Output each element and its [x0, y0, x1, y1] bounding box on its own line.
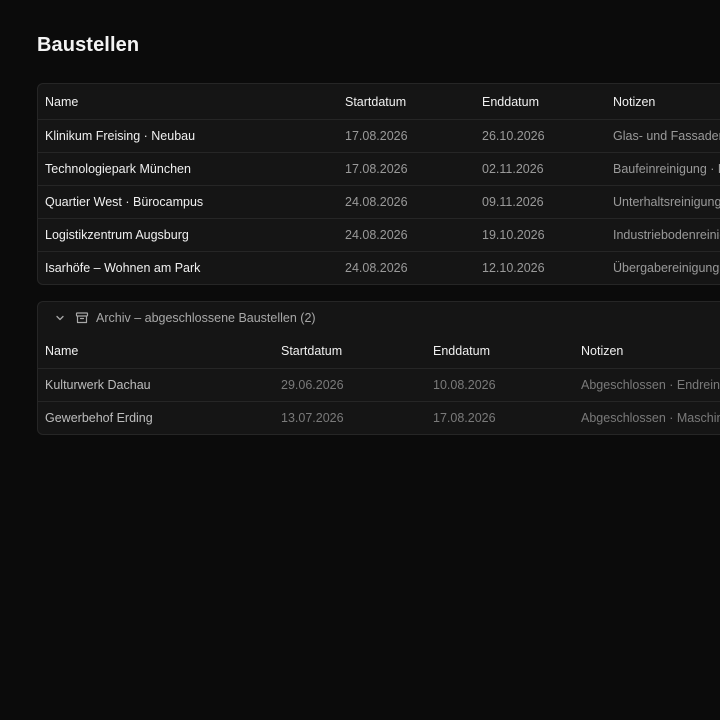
table-row[interactable]: Gewerbehof Erding 13.07.2026 17.08.2026 … [38, 401, 720, 434]
column-header-end[interactable]: Enddatum [475, 84, 606, 120]
archive-toggle[interactable]: Archiv – abgeschlossene Baustellen (2) [38, 302, 720, 334]
site-notes: Unterhaltsreinigung Büros [606, 185, 720, 219]
site-end-date: 10.08.2026 [426, 368, 574, 402]
site-name: Gewerbehof Erding [38, 401, 274, 434]
active-sites-table: Name Startdatum Enddatum Notizen Kliniku… [38, 84, 720, 284]
table-row[interactable]: Logistikzentrum Augsburg 24.08.2026 19.1… [38, 218, 720, 252]
column-header-start[interactable]: Startdatum [338, 84, 475, 120]
archive-box-icon [74, 310, 90, 326]
site-start-date: 17.08.2026 [338, 119, 475, 153]
table-row[interactable]: Quartier West · Bürocampus 24.08.2026 09… [38, 185, 720, 219]
site-start-date: 17.08.2026 [338, 152, 475, 186]
active-sites-card: Name Startdatum Enddatum Notizen Kliniku… [37, 83, 720, 285]
site-notes: Übergabereinigung Wohnungen [606, 251, 720, 284]
site-end-date: 09.11.2026 [475, 185, 606, 219]
site-start-date: 29.06.2026 [274, 368, 426, 402]
column-header-end[interactable]: Enddatum [426, 334, 574, 369]
column-header-notes[interactable]: Notizen [574, 334, 720, 369]
archive-card: Archiv – abgeschlossene Baustellen (2) N… [37, 301, 720, 435]
table-header-row: Name Startdatum Enddatum Notizen [38, 84, 720, 120]
site-name: Logistikzentrum Augsburg [38, 218, 338, 252]
site-end-date: 12.10.2026 [475, 251, 606, 284]
column-header-start[interactable]: Startdatum [274, 334, 426, 369]
site-end-date: 17.08.2026 [426, 401, 574, 434]
page-title: Baustellen [37, 34, 140, 56]
column-header-name[interactable]: Name [38, 84, 338, 120]
site-notes: Industriebodenreinigung [606, 218, 720, 252]
table-row[interactable]: Isarhöfe – Wohnen am Park 24.08.2026 12.… [38, 251, 720, 284]
site-start-date: 24.08.2026 [338, 218, 475, 252]
page: Baustellen Name Startdatum Enddatum Noti… [0, 0, 720, 720]
site-notes: Baufeinreinigung · Hallen [606, 152, 720, 186]
site-end-date: 19.10.2026 [475, 218, 606, 252]
archive-label: Archiv – abgeschlossene Baustellen (2) [96, 311, 316, 325]
site-notes: Glas- und Fassadenreinigung [606, 119, 720, 153]
site-name: Technologiepark München [38, 152, 338, 186]
site-end-date: 02.11.2026 [475, 152, 606, 186]
table-row[interactable]: Technologiepark München 17.08.2026 02.11… [38, 152, 720, 186]
archive-table: Name Startdatum Enddatum Notizen Kulturw… [38, 334, 720, 434]
table-row[interactable]: Kulturwerk Dachau 29.06.2026 10.08.2026 … [38, 368, 720, 402]
chevron-down-icon [53, 311, 67, 325]
site-start-date: 24.08.2026 [338, 185, 475, 219]
site-name: Klinikum Freising · Neubau [38, 119, 338, 153]
site-notes: Abgeschlossen · Endreinigung [574, 368, 720, 402]
site-name: Kulturwerk Dachau [38, 368, 274, 402]
site-start-date: 24.08.2026 [338, 251, 475, 284]
site-name: Isarhöfe – Wohnen am Park [38, 251, 338, 284]
site-name: Quartier West · Bürocampus [38, 185, 338, 219]
table-header-row: Name Startdatum Enddatum Notizen [38, 334, 720, 369]
site-notes: Abgeschlossen · Maschinenreinigung [574, 401, 720, 434]
column-header-name[interactable]: Name [38, 334, 274, 369]
column-header-notes[interactable]: Notizen [606, 84, 720, 120]
site-end-date: 26.10.2026 [475, 119, 606, 153]
site-start-date: 13.07.2026 [274, 401, 426, 434]
table-row[interactable]: Klinikum Freising · Neubau 17.08.2026 26… [38, 119, 720, 153]
